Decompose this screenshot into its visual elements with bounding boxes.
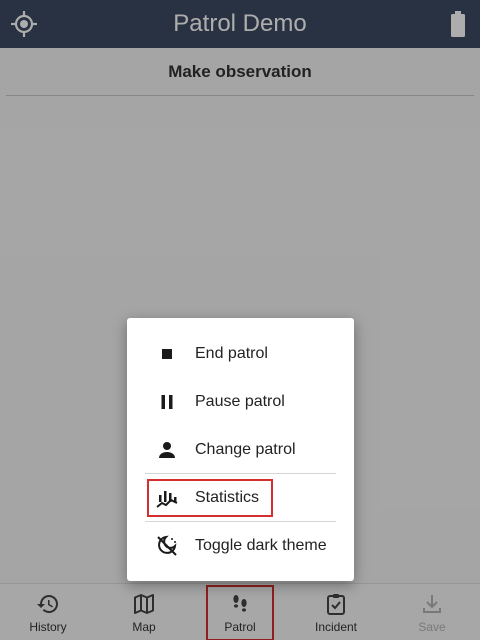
menu-item-toggle-dark-theme[interactable]: Toggle dark theme (127, 522, 354, 570)
stop-icon (162, 349, 172, 359)
menu-item-pause-patrol[interactable]: Pause patrol (127, 378, 354, 426)
menu-item-label: End patrol (195, 345, 268, 362)
person-icon (159, 442, 175, 458)
patrol-menu: End patrol Pause patrol Change patrol St… (127, 318, 354, 581)
statistics-icon (156, 491, 178, 508)
menu-item-label: Change patrol (195, 441, 296, 458)
pause-icon (161, 395, 173, 409)
menu-item-label: Toggle dark theme (195, 537, 327, 554)
theme-toggle-icon (157, 535, 177, 556)
menu-item-statistics[interactable]: Statistics (127, 474, 354, 522)
menu-item-end-patrol[interactable]: End patrol (127, 330, 354, 378)
menu-item-change-patrol[interactable]: Change patrol (127, 426, 354, 474)
menu-item-label: Statistics (195, 489, 260, 506)
menu-item-label: Pause patrol (195, 393, 285, 410)
